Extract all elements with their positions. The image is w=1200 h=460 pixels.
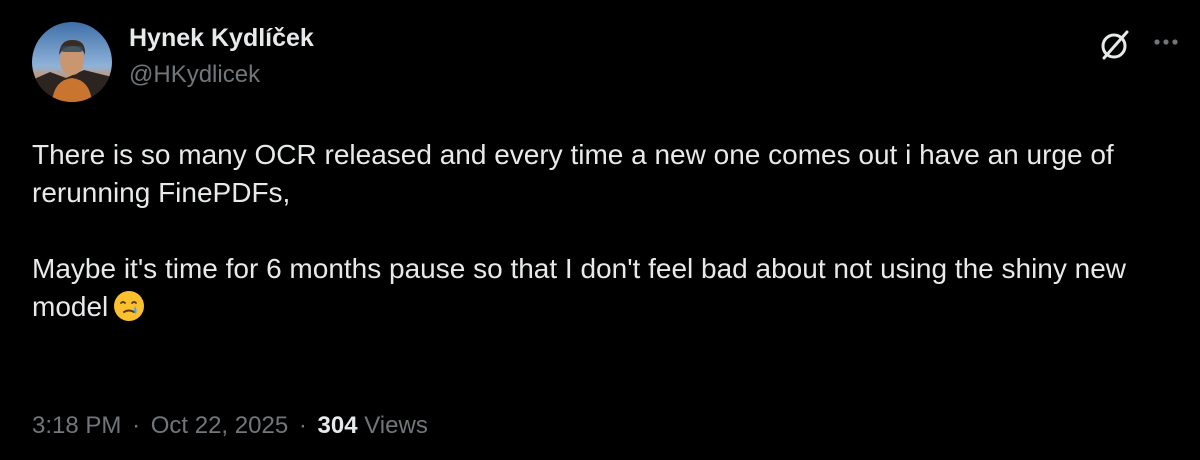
views-count: 304 bbox=[317, 412, 358, 439]
tweet-paragraph-1: There is so many OCR released and every … bbox=[32, 139, 1114, 208]
views-label: Views bbox=[364, 412, 428, 439]
tweet-paragraph-2: Maybe it's time for 6 months pause so th… bbox=[32, 250, 1162, 326]
profile-photo-icon bbox=[32, 22, 112, 102]
post-time[interactable]: 3:18 PM bbox=[32, 412, 121, 439]
tweet-paragraph-2-text: Maybe it's time for 6 months pause so th… bbox=[32, 253, 1127, 322]
author-handle[interactable]: @HKydlicek bbox=[129, 59, 314, 91]
meta-separator-2: · bbox=[298, 412, 307, 439]
more-options-button[interactable] bbox=[1148, 24, 1184, 60]
grok-button[interactable] bbox=[1095, 24, 1135, 64]
tweet-post: Hynek Kydlíček @HKydlicek There is so ma… bbox=[0, 0, 1200, 460]
meta-separator-1: · bbox=[132, 412, 141, 439]
tweet-meta: 3:18 PM · Oct 22, 2025 · 304 Views bbox=[32, 410, 428, 442]
author-display-name[interactable]: Hynek Kydlíček bbox=[129, 22, 314, 54]
author-info: Hynek Kydlíček @HKydlicek bbox=[129, 22, 314, 91]
face-holding-back-tears-icon bbox=[112, 289, 146, 323]
tweet-text: There is so many OCR released and every … bbox=[32, 136, 1162, 326]
grok-icon bbox=[1101, 30, 1129, 60]
post-date[interactable]: Oct 22, 2025 bbox=[151, 412, 288, 439]
author-avatar[interactable] bbox=[32, 22, 112, 102]
more-horizontal-icon bbox=[1154, 39, 1178, 45]
